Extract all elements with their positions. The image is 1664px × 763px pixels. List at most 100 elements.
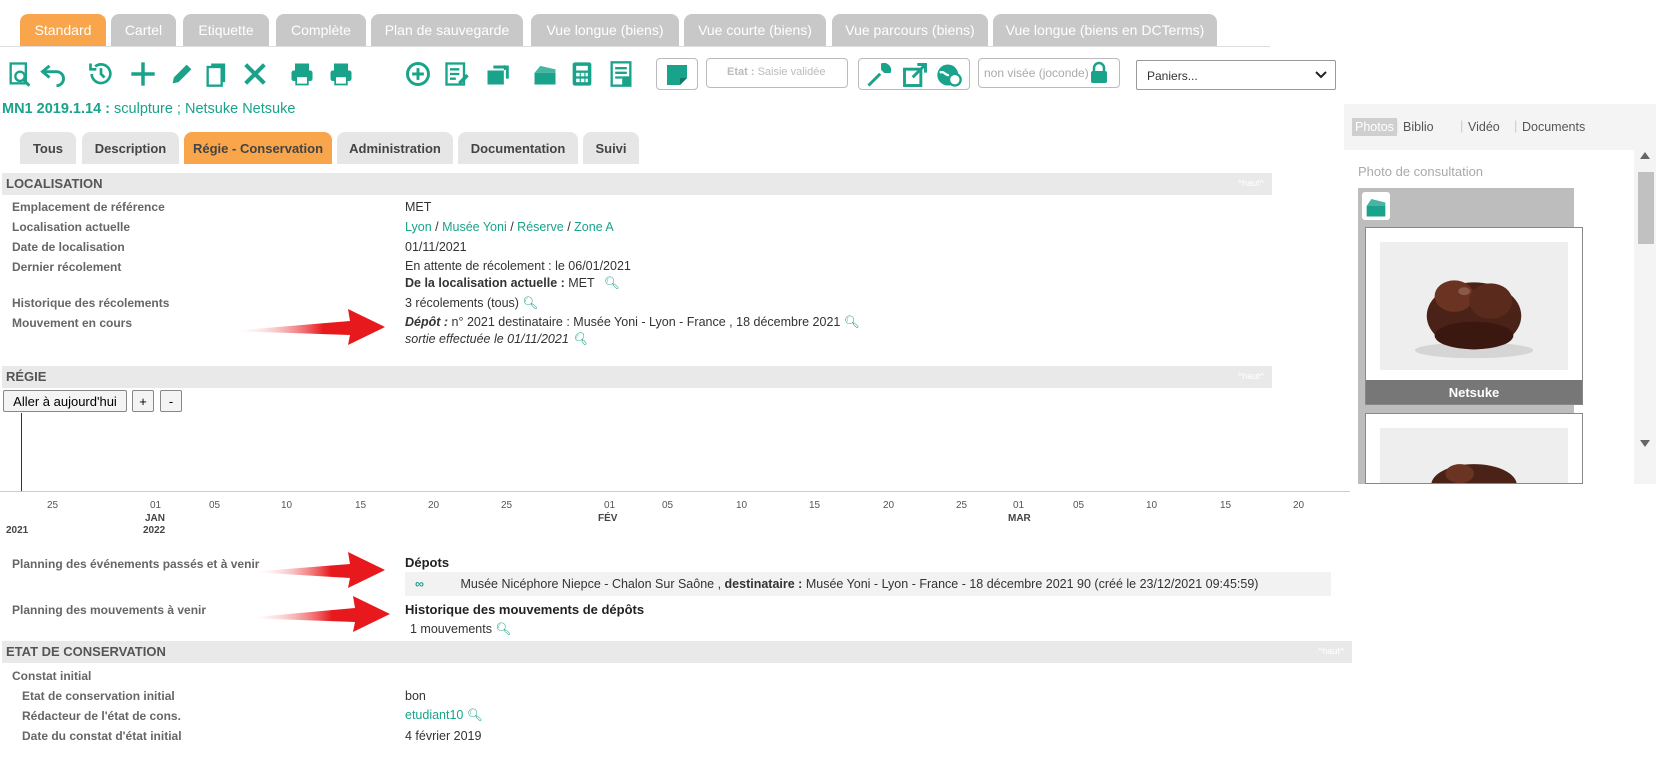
- view-tab-vue-longue[interactable]: Vue longue (biens): [531, 14, 679, 46]
- delete-icon[interactable]: [239, 58, 271, 90]
- historique-recolements-value: 3 récolements (tous): [405, 296, 519, 310]
- tab-photos[interactable]: Photos: [1352, 118, 1397, 136]
- view-tab-cartel[interactable]: Cartel: [111, 14, 176, 46]
- globe-icon[interactable]: [935, 61, 963, 89]
- print-icon[interactable]: [286, 58, 318, 90]
- emplacement-value[interactable]: MET: [405, 200, 431, 214]
- photo-thumbnail[interactable]: [1380, 428, 1568, 483]
- transfer-icon[interactable]: [482, 58, 514, 90]
- media-panel: Photos Biblio Vidéo Documents | | | Phot…: [1344, 104, 1656, 484]
- tab-administration[interactable]: Administration: [337, 132, 453, 164]
- tab-suivi[interactable]: Suivi: [583, 132, 639, 164]
- loc-path-reserve[interactable]: Réserve: [517, 220, 564, 234]
- scrollbar-thumb[interactable]: [1638, 172, 1654, 244]
- timeline-tick: 10: [736, 500, 748, 511]
- view-tab-vue-courte[interactable]: Vue courte (biens): [684, 14, 826, 46]
- search-icon[interactable]: 🔍︎: [604, 276, 620, 290]
- timeline-tick: 25: [501, 500, 513, 511]
- red-arrow-annotation: [250, 552, 385, 588]
- back-to-top-link[interactable]: ^haut^: [1238, 178, 1264, 188]
- photo-heading: Photo de consultation: [1358, 164, 1484, 179]
- recolement-localisation-value: MET: [568, 276, 595, 290]
- report-icon[interactable]: [605, 58, 637, 90]
- tabs-underline: [0, 46, 1270, 47]
- view-tab-standard[interactable]: Standard: [20, 14, 106, 46]
- historique-recolements-label: Historique des récolements: [12, 296, 170, 310]
- tab-regie-conservation[interactable]: Régie - Conservation: [184, 132, 332, 164]
- tab-documents[interactable]: Documents: [1522, 120, 1585, 134]
- form-icon[interactable]: [441, 58, 473, 90]
- external-link-icon[interactable]: [901, 61, 929, 89]
- redacteur-value[interactable]: etudiant10: [405, 708, 463, 722]
- visa-label: non visée (joconde): [984, 66, 1089, 80]
- link-button-group: [858, 58, 970, 90]
- tab-documentation[interactable]: Documentation: [458, 132, 578, 164]
- edit-icon[interactable]: [166, 58, 198, 90]
- add-photo-button[interactable]: [1362, 192, 1390, 220]
- view-tab-plan-sauvegarde[interactable]: Plan de sauvegarde: [371, 14, 523, 46]
- timeline-tick: 05: [1073, 500, 1085, 511]
- zoom-in-button[interactable]: +: [132, 390, 154, 412]
- back-to-top-link[interactable]: ^haut^: [1318, 646, 1344, 656]
- photo-card[interactable]: [1365, 413, 1583, 484]
- timeline-tick: 20: [428, 500, 440, 511]
- back-to-top-link[interactable]: ^haut^: [1238, 371, 1264, 381]
- mouvement-details: n° 2021 destinataire : Musée Yoni - Lyon…: [451, 315, 841, 329]
- tab-video[interactable]: Vidéo: [1468, 120, 1500, 134]
- today-button[interactable]: Aller à aujourd'hui: [3, 390, 127, 412]
- timeline-month: FÉV: [598, 513, 618, 524]
- mouvement-en-cours: Dépôt : n° 2021 destinataire : Musée Yon…: [405, 315, 860, 330]
- record-description: sculpture ; Netsuke Netsuke: [114, 101, 296, 117]
- section-localisation-title: LOCALISATION: [6, 176, 103, 191]
- photo-card[interactable]: Netsuke: [1365, 227, 1583, 405]
- box-icon: [1366, 199, 1386, 217]
- planning-mouvements-label: Planning des mouvements à venir: [12, 603, 207, 617]
- scroll-up-arrow[interactable]: [1640, 152, 1650, 159]
- depot-row[interactable]: ∞ Musée Nicéphore Niepce - Chalon Sur Sa…: [405, 572, 1331, 596]
- preview-icon[interactable]: [4, 58, 36, 90]
- loc-path-zone-a[interactable]: Zone A: [574, 220, 614, 234]
- view-tab-vue-longue-dcterms[interactable]: Vue longue (biens en DCTerms): [993, 14, 1217, 46]
- view-tab-etiquette[interactable]: Etiquette: [183, 14, 269, 46]
- search-icon[interactable]: 🔍︎: [522, 296, 538, 310]
- undo-icon[interactable]: [37, 58, 69, 90]
- red-arrow-annotation: [245, 596, 390, 632]
- emplacement-label: Emplacement de référence: [12, 200, 165, 214]
- history-icon[interactable]: [85, 58, 117, 90]
- search-icon[interactable]: 🔍︎: [572, 332, 588, 346]
- tools-icon[interactable]: [865, 61, 893, 89]
- print-list-icon[interactable]: [325, 58, 357, 90]
- glasses-icon[interactable]: ∞: [415, 577, 457, 591]
- search-icon[interactable]: 🔍︎: [495, 622, 511, 636]
- tab-description[interactable]: Description: [82, 132, 179, 164]
- zoom-out-button[interactable]: -: [160, 390, 182, 412]
- sticky-note-icon: [667, 65, 687, 85]
- recolement-localisation-label: De la localisation actuelle :: [405, 276, 565, 290]
- scrollbar[interactable]: [1635, 150, 1656, 484]
- note-button[interactable]: [656, 58, 698, 90]
- etat-conservation-label: Etat de conservation initial: [22, 689, 175, 703]
- loc-path-musee-yoni[interactable]: Musée Yoni: [442, 220, 507, 234]
- paniers-select[interactable]: Paniers...: [1136, 60, 1336, 90]
- timeline-axis[interactable]: [0, 491, 1350, 492]
- duplicate-icon[interactable]: [201, 58, 233, 90]
- scroll-down-arrow[interactable]: [1640, 440, 1650, 447]
- tab-tous[interactable]: Tous: [20, 132, 76, 164]
- add-icon[interactable]: [127, 58, 159, 90]
- calculator-icon[interactable]: [566, 58, 598, 90]
- timeline-year: 2022: [143, 525, 166, 536]
- view-tab-complete[interactable]: Complète: [276, 14, 366, 46]
- search-icon[interactable]: 🔍︎: [467, 708, 483, 722]
- view-tab-vue-parcours[interactable]: Vue parcours (biens): [832, 14, 988, 46]
- loc-path-lyon[interactable]: Lyon: [405, 220, 432, 234]
- tab-biblio[interactable]: Biblio: [1403, 120, 1434, 134]
- etat-label: Etat :: [727, 66, 755, 78]
- lock-icon[interactable]: [1087, 61, 1111, 85]
- search-icon[interactable]: 🔍︎: [844, 315, 860, 329]
- timeline-tick: 01: [1013, 500, 1025, 511]
- photo-list: Photo de consultation Netsuke: [1344, 150, 1634, 484]
- netsuke-photo[interactable]: [1380, 242, 1568, 370]
- add-circle-icon[interactable]: [402, 58, 434, 90]
- box-icon[interactable]: [529, 58, 561, 90]
- date-localisation-label: Date de localisation: [12, 240, 125, 254]
